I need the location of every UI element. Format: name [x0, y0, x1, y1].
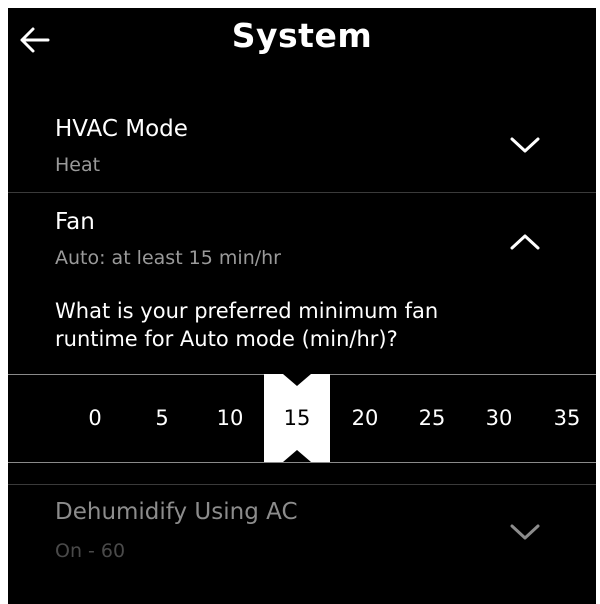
chevron-down-icon[interactable]: [508, 521, 542, 543]
picker-bottom-line: [8, 462, 596, 463]
dehumidify-label: Dehumidify Using AC: [55, 499, 298, 525]
system-settings-screen: System HVAC Mode Heat Fan Auto: at least…: [8, 8, 596, 604]
dehumidify-value: On - 60: [55, 540, 126, 562]
header: System: [8, 8, 596, 72]
hvac-mode-label: HVAC Mode: [55, 116, 188, 142]
chevron-up-icon[interactable]: [508, 231, 542, 253]
selection-indicator: [283, 374, 311, 462]
fan-runtime-question: What is your preferred minimum fan runti…: [55, 299, 439, 351]
selection-notch-bottom: [283, 450, 311, 462]
fan-value: Auto: at least 15 min/hr: [55, 247, 281, 269]
selection-notch-top: [283, 374, 311, 386]
page-title: System: [231, 16, 373, 55]
setting-dehumidify-using-ac[interactable]: Dehumidify Using AC On - 60: [8, 485, 596, 585]
chevron-down-icon[interactable]: [508, 134, 542, 156]
hvac-mode-value: Heat: [55, 154, 101, 176]
fan-label: Fan: [55, 209, 95, 235]
setting-hvac-mode[interactable]: HVAC Mode Heat: [8, 104, 596, 192]
fan-runtime-picker[interactable]: 0 5 10 15 20 25 30 35: [8, 374, 596, 463]
setting-fan[interactable]: Fan Auto: at least 15 min/hr: [8, 193, 596, 273]
